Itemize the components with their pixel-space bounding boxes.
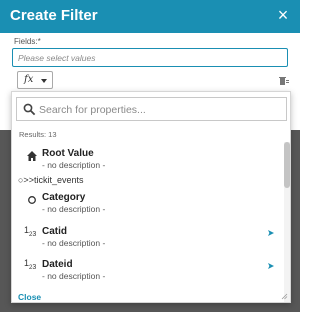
- send-icon[interactable]: [267, 229, 275, 237]
- caret-down-icon: [41, 79, 47, 83]
- fields-input[interactable]: [12, 48, 288, 67]
- list-item[interactable]: 123 Catid - no description -: [12, 223, 280, 251]
- item-description: - no description -: [42, 160, 106, 170]
- numeric-type-icon: 123: [24, 258, 37, 271]
- list-item[interactable]: Root Value - no description -: [12, 146, 280, 174]
- search-input[interactable]: [39, 101, 279, 118]
- item-description: - no description -: [42, 238, 106, 248]
- fields-label: Fields:*: [14, 37, 41, 46]
- group-toggle-icon: ○>>: [18, 175, 34, 185]
- item-name: Catid: [42, 226, 67, 237]
- send-icon[interactable]: [267, 262, 275, 270]
- results-count: Results: 13: [19, 130, 57, 139]
- close-icon[interactable]: ×: [274, 6, 292, 24]
- numeric-type-icon: 123: [24, 225, 37, 238]
- group-row-tickit-events[interactable]: ○>>tickit_events: [18, 175, 83, 185]
- item-name: Category: [42, 192, 86, 203]
- item-name: Dateid: [42, 259, 73, 270]
- fx-icon: fx: [24, 74, 34, 85]
- scrollbar[interactable]: [284, 142, 290, 302]
- scrollbar-thumb[interactable]: [284, 142, 290, 188]
- list-item[interactable]: 123 Dateid - no description -: [12, 256, 280, 284]
- resize-grip-icon[interactable]: [280, 292, 288, 300]
- item-description: - no description -: [42, 204, 106, 214]
- function-dropdown[interactable]: fx: [17, 71, 53, 89]
- clear-filter-icon[interactable]: [279, 76, 289, 86]
- group-label: tickit_events: [33, 175, 84, 185]
- list-item[interactable]: Category - no description -: [12, 190, 280, 218]
- close-button[interactable]: Close: [18, 292, 41, 302]
- home-icon: [27, 151, 37, 161]
- dialog-header: Create Filter ×: [0, 0, 300, 33]
- circle-icon: [28, 196, 36, 204]
- item-name: Root Value: [42, 148, 94, 159]
- property-picker-popup: Results: 13 Root Value - no description …: [11, 91, 291, 303]
- search-box[interactable]: [16, 97, 287, 121]
- item-description: - no description -: [42, 271, 106, 281]
- dialog-title: Create Filter: [10, 7, 98, 24]
- search-icon: [23, 103, 36, 116]
